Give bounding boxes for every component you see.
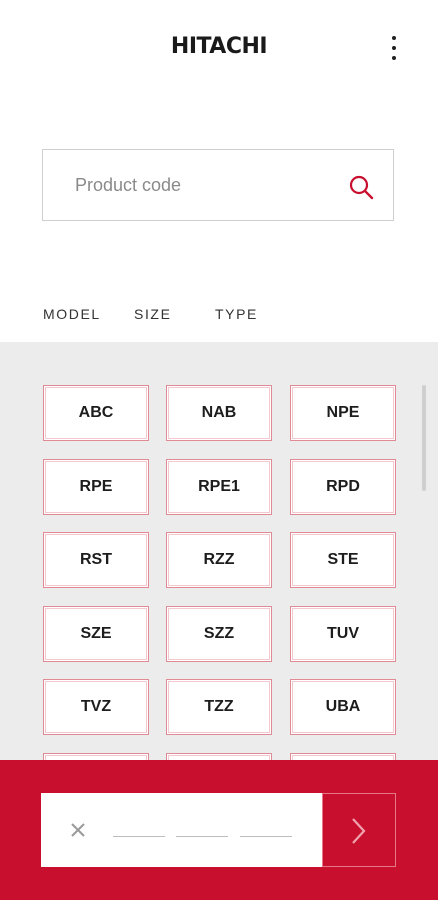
type-grid: ABC NAB NPE RPE RPE1 RPD RST RZZ STE SZE… [0, 342, 438, 760]
product-code-search [42, 149, 394, 221]
close-icon[interactable] [69, 821, 87, 839]
type-button-partial[interactable] [43, 753, 149, 760]
type-button[interactable]: NAB [166, 385, 272, 441]
code-slot [176, 836, 228, 837]
filter-tabs: MODEL SIZE TYPE [0, 290, 438, 345]
product-code-input[interactable] [43, 150, 333, 220]
submit-code-button[interactable] [322, 793, 396, 867]
type-button[interactable]: SZZ [166, 606, 272, 662]
kebab-menu-icon[interactable] [386, 34, 402, 62]
tab-size[interactable]: SIZE [134, 306, 172, 322]
type-button-partial[interactable] [290, 753, 396, 760]
search-icon[interactable] [348, 174, 374, 200]
type-button[interactable]: TUV [290, 606, 396, 662]
type-button-partial[interactable] [166, 753, 272, 760]
type-button[interactable]: STE [290, 532, 396, 588]
type-button[interactable]: TVZ [43, 679, 149, 735]
type-button[interactable]: RPE1 [166, 459, 272, 515]
type-button[interactable]: TZZ [166, 679, 272, 735]
type-button[interactable]: RPE [43, 459, 149, 515]
tab-model[interactable]: MODEL [43, 306, 101, 322]
type-button[interactable]: ABC [43, 385, 149, 441]
type-button[interactable]: RZZ [166, 532, 272, 588]
type-button[interactable]: UBA [290, 679, 396, 735]
tab-type[interactable]: TYPE [215, 306, 258, 322]
chevron-right-icon [352, 818, 366, 844]
code-entry-field[interactable] [41, 793, 322, 867]
type-button[interactable]: RST [43, 532, 149, 588]
app-header: HITACHI [0, 0, 438, 96]
code-slot [240, 836, 292, 837]
hitachi-logo: HITACHI [170, 34, 268, 59]
code-slot [113, 836, 165, 837]
type-button[interactable]: SZE [43, 606, 149, 662]
grid-scrollbar[interactable] [422, 385, 426, 491]
type-button[interactable]: RPD [290, 459, 396, 515]
code-entry-bar [0, 760, 438, 900]
type-button[interactable]: NPE [290, 385, 396, 441]
